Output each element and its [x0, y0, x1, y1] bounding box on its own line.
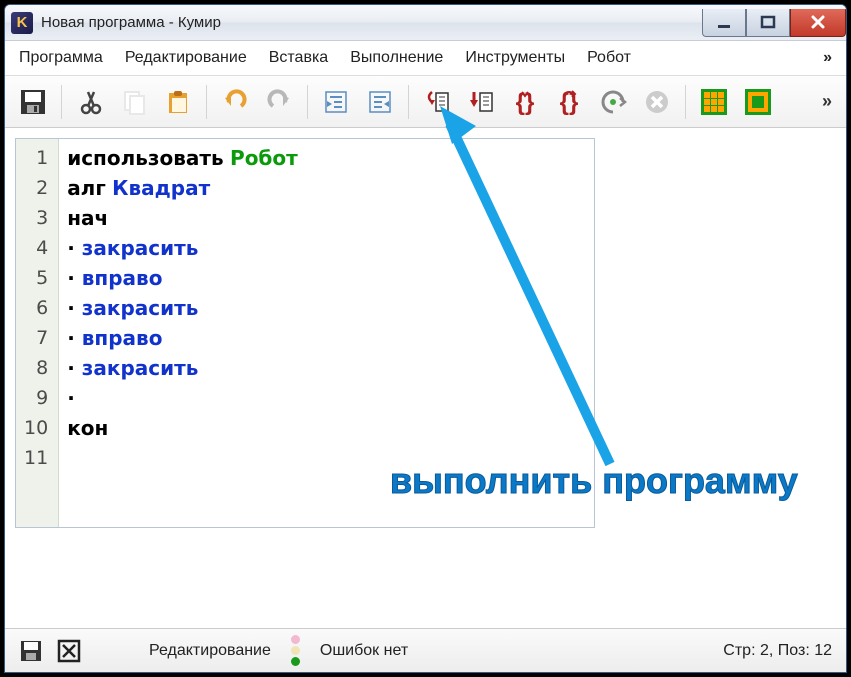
- field-tool-button[interactable]: [738, 83, 778, 121]
- toolbar-separator: [307, 85, 308, 119]
- app-window: K Новая программа - Кумир Программа Реда…: [4, 4, 847, 673]
- close-button[interactable]: [790, 9, 846, 37]
- status-errors: Ошибок нет: [320, 642, 408, 660]
- run-cursor-icon: [599, 88, 627, 116]
- outdent-button[interactable]: [360, 83, 400, 121]
- traffic-light-icon: [291, 635, 300, 666]
- svg-text:{}: {}: [516, 89, 535, 116]
- run-to-cursor-button[interactable]: [593, 83, 633, 121]
- line-number: 8: [24, 353, 48, 383]
- stop-button[interactable]: [637, 83, 677, 121]
- toolbar-separator: [206, 85, 207, 119]
- code-line[interactable]: · вправо: [67, 323, 298, 353]
- line-number: 7: [24, 323, 48, 353]
- undo-button[interactable]: [215, 83, 255, 121]
- code-line[interactable]: алг Квадрат: [67, 173, 298, 203]
- stop-icon: [643, 88, 671, 116]
- toolbar-separator: [61, 85, 62, 119]
- line-number: 1: [24, 143, 48, 173]
- maximize-icon: [760, 15, 776, 29]
- close-icon: [810, 15, 826, 29]
- toolbar-separator: [685, 85, 686, 119]
- code-line[interactable]: · закрасить: [67, 293, 298, 323]
- undo-icon: [221, 88, 249, 116]
- line-number: 9: [24, 383, 48, 413]
- line-number: 3: [24, 203, 48, 233]
- close-status-icon[interactable]: [57, 639, 81, 663]
- run-step-icon: [466, 87, 496, 117]
- side-panel: [605, 138, 836, 528]
- run-continuous-icon: [422, 87, 452, 117]
- output-console: [5, 568, 846, 628]
- code-lines[interactable]: использовать Роботалг Квадратнач· закрас…: [59, 139, 306, 527]
- line-number: 10: [24, 413, 48, 443]
- line-number: 2: [24, 173, 48, 203]
- indent-button[interactable]: [316, 83, 356, 121]
- line-number: 5: [24, 263, 48, 293]
- redo-icon: [265, 88, 293, 116]
- menu-tools[interactable]: Инструменты: [461, 47, 569, 69]
- code-line[interactable]: ·: [67, 383, 298, 413]
- code-area[interactable]: 1234567891011 использовать Роботалг Квад…: [16, 139, 594, 527]
- indent-icon: [322, 88, 350, 116]
- line-number: 6: [24, 293, 48, 323]
- step-into-button[interactable]: {}: [505, 83, 545, 121]
- code-editor[interactable]: 1234567891011 использовать Роботалг Квад…: [15, 138, 595, 528]
- line-gutter: 1234567891011: [16, 139, 59, 527]
- maximize-button[interactable]: [746, 9, 790, 37]
- redo-button[interactable]: [259, 83, 299, 121]
- code-line[interactable]: использовать Робот: [67, 143, 298, 173]
- copy-button[interactable]: [114, 83, 154, 121]
- menu-insert[interactable]: Вставка: [265, 47, 332, 69]
- menu-run[interactable]: Выполнение: [346, 47, 447, 69]
- app-icon: K: [11, 12, 33, 34]
- code-line[interactable]: · закрасить: [67, 353, 298, 383]
- minimize-icon: [716, 15, 732, 29]
- menu-overflow[interactable]: »: [819, 47, 836, 69]
- run-continuous-button[interactable]: [417, 83, 457, 121]
- status-mode: Редактирование: [149, 642, 271, 660]
- braces-over-icon: {}: [555, 88, 583, 116]
- cut-button[interactable]: [70, 83, 110, 121]
- code-line[interactable]: · закрасить: [67, 233, 298, 263]
- status-cursor: Стр: 2, Поз: 12: [723, 642, 832, 660]
- grid-icon: [699, 87, 729, 117]
- field-icon: [743, 87, 773, 117]
- line-number: 11: [24, 443, 48, 473]
- menu-edit[interactable]: Редактирование: [121, 47, 251, 69]
- outdent-icon: [366, 88, 394, 116]
- save-icon: [18, 87, 48, 117]
- save-status-icon[interactable]: [19, 639, 43, 663]
- toolbar: {} {} »: [5, 76, 846, 128]
- save-button[interactable]: [13, 83, 53, 121]
- copy-icon: [120, 88, 148, 116]
- toolbar-overflow[interactable]: »: [822, 91, 838, 112]
- line-number: 4: [24, 233, 48, 263]
- titlebar: K Новая программа - Кумир: [5, 5, 846, 41]
- paste-button[interactable]: [158, 83, 198, 121]
- grid-tool-button[interactable]: [694, 83, 734, 121]
- menubar: Программа Редактирование Вставка Выполне…: [5, 41, 846, 76]
- menu-robot[interactable]: Робот: [583, 47, 635, 69]
- toolbar-separator: [408, 85, 409, 119]
- code-line[interactable]: кон: [67, 413, 298, 443]
- window-title: Новая программа - Кумир: [41, 14, 702, 31]
- minimize-button[interactable]: [702, 9, 746, 37]
- workspace: 1234567891011 использовать Роботалг Квад…: [5, 128, 846, 568]
- svg-text:{}: {}: [560, 89, 579, 116]
- window-controls: [702, 9, 846, 37]
- step-over-button[interactable]: {}: [549, 83, 589, 121]
- code-line[interactable]: нач: [67, 203, 298, 233]
- run-step-button[interactable]: [461, 83, 501, 121]
- scissors-icon: [76, 88, 104, 116]
- braces-into-icon: {}: [511, 88, 539, 116]
- code-line[interactable]: · вправо: [67, 263, 298, 293]
- clipboard-icon: [164, 88, 192, 116]
- menu-program[interactable]: Программа: [15, 47, 107, 69]
- statusbar: Редактирование Ошибок нет Стр: 2, Поз: 1…: [5, 628, 846, 672]
